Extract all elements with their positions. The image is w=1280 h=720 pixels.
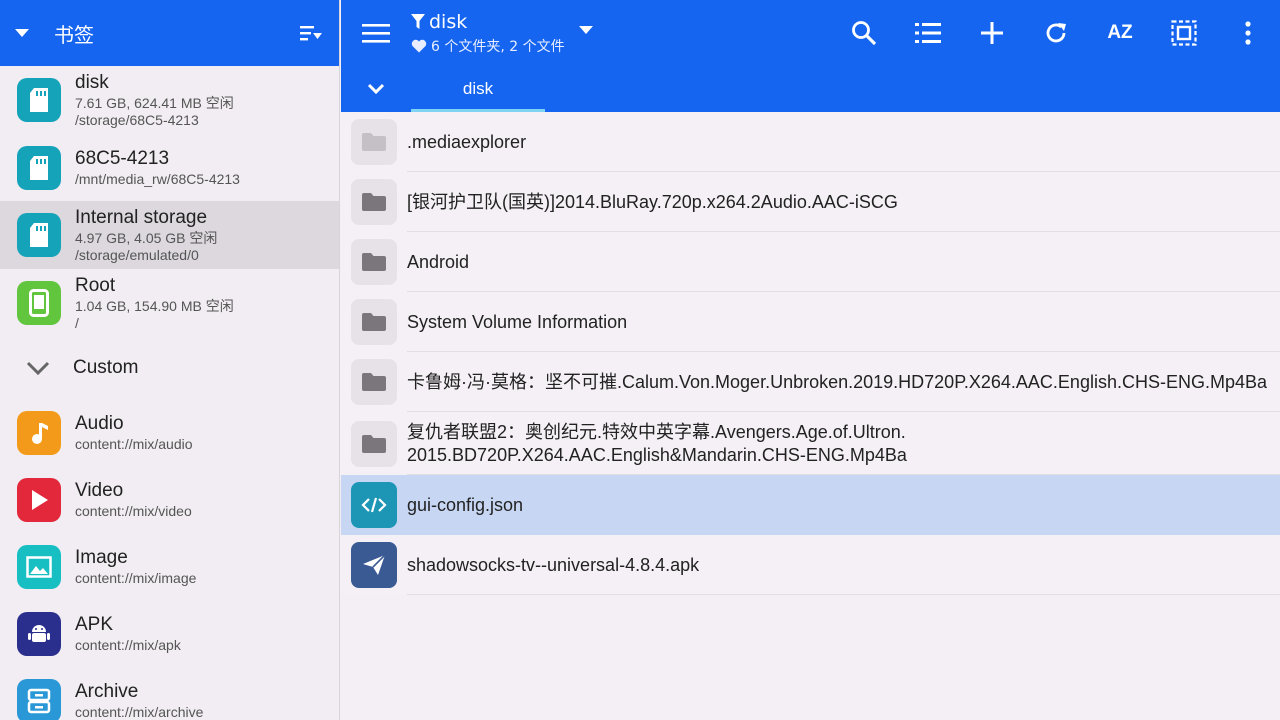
sd-card-icon bbox=[17, 145, 61, 190]
add-icon[interactable] bbox=[960, 0, 1024, 66]
list-view-icon[interactable] bbox=[896, 0, 960, 66]
sidebar-item-label: Root bbox=[75, 275, 116, 296]
folder-icon bbox=[351, 299, 397, 345]
sidebar-item-disk[interactable]: disk 7.61 GB, 624.41 MB 空闲 /storage/68C5… bbox=[0, 66, 339, 134]
sidebar-item-label: Image bbox=[75, 547, 128, 568]
file-row[interactable]: System Volume Information bbox=[341, 292, 1280, 352]
image-icon bbox=[17, 544, 61, 589]
sidebar-item-internal-storage[interactable]: Internal storage 4.97 GB, 4.05 GB 空闲 /st… bbox=[0, 201, 339, 269]
drawer-title: 书签 bbox=[54, 22, 94, 47]
file-row[interactable]: Android bbox=[341, 232, 1280, 292]
file-name: System Volume Information bbox=[407, 311, 628, 332]
select-all-icon[interactable] bbox=[1152, 0, 1216, 66]
chevron-down-icon bbox=[26, 361, 50, 375]
sidebar-item-label: disk bbox=[75, 72, 109, 93]
music-note-icon bbox=[17, 410, 61, 455]
sidebar-item-apk[interactable]: APK content://mix/apk bbox=[0, 600, 339, 667]
sidebar-item-root[interactable]: Root 1.04 GB, 154.90 MB 空闲 / bbox=[0, 269, 339, 337]
tab-bar: disk bbox=[341, 66, 1280, 112]
file-row[interactable]: 卡鲁姆·冯·莫格：坚不可摧.Calum.Von.Moger.Unbroken.2… bbox=[341, 352, 1280, 412]
sidebar-item-label: Archive bbox=[75, 681, 139, 702]
drawer-header: 书签 bbox=[0, 0, 339, 66]
chevron-down-icon[interactable] bbox=[341, 66, 411, 112]
media-path: content://mix/apk bbox=[75, 637, 181, 653]
file-browser: disk 6 个文件夹, 2 个文件 AZ disk .mediaexplore… bbox=[341, 0, 1280, 720]
file-name: shadowsocks-tv--universal-4.8.4.apk bbox=[407, 554, 700, 575]
menu-icon[interactable] bbox=[341, 23, 411, 43]
sidebar-item-label: 68C5-4213 bbox=[75, 148, 170, 169]
storage-size: 7.61 GB, 624.41 MB 空闲 bbox=[75, 95, 234, 111]
file-name: Android bbox=[407, 251, 470, 272]
file-row[interactable]: .mediaexplorer bbox=[341, 112, 1280, 172]
file-row[interactable]: 复仇者联盟2：奥创纪元.特效中英字幕.Avengers.Age.of.Ultro… bbox=[341, 412, 1280, 475]
filter-icon bbox=[411, 13, 425, 29]
page-title: disk bbox=[429, 10, 468, 33]
file-name-line-1: 复仇者联盟2：奥创纪元.特效中英字幕.Avengers.Age.of.Ultro… bbox=[407, 422, 906, 442]
sidebar-item-audio[interactable]: Audio content://mix/audio bbox=[0, 399, 339, 466]
storage-size: 4.97 GB, 4.05 GB 空闲 bbox=[75, 230, 218, 246]
sidebar-item-label: APK bbox=[75, 614, 114, 635]
file-name: [银河护卫队(国英)]2014.BluRay.720p.x264.2Audio.… bbox=[407, 191, 898, 212]
custom-section-toggle[interactable]: Custom bbox=[0, 337, 339, 399]
sort-list-icon[interactable] bbox=[283, 25, 339, 41]
folder-icon bbox=[351, 119, 397, 165]
collapse-caret-icon[interactable] bbox=[0, 28, 44, 38]
folder-icon bbox=[351, 239, 397, 285]
file-name: gui-config.json bbox=[407, 494, 524, 515]
storage-path: / bbox=[75, 315, 79, 331]
toolbar: disk 6 个文件夹, 2 个文件 AZ bbox=[341, 0, 1280, 66]
more-options-icon[interactable] bbox=[1216, 0, 1280, 66]
file-name-line-2: 2015.BD720P.X264.AAC.English&Mandarin.CH… bbox=[407, 444, 907, 465]
search-icon[interactable] bbox=[832, 0, 896, 66]
play-icon bbox=[17, 477, 61, 522]
sd-card-icon bbox=[17, 213, 61, 257]
folder-icon bbox=[351, 359, 397, 405]
file-row-selected[interactable]: gui-config.json bbox=[341, 475, 1280, 535]
app-root: 书签 disk 7.61 GB, 624.41 MB 空闲 /storage/6… bbox=[0, 0, 1280, 720]
paper-plane-icon bbox=[351, 542, 397, 588]
sort-az-button[interactable]: AZ bbox=[1088, 0, 1152, 66]
sidebar-item-image[interactable]: Image content://mix/image bbox=[0, 533, 339, 600]
folder-icon bbox=[351, 420, 397, 467]
sidebar-item-68c5-4213[interactable]: 68C5-4213 /mnt/media_rw/68C5-4213 bbox=[0, 134, 339, 201]
file-row[interactable]: shadowsocks-tv--universal-4.8.4.apk bbox=[341, 535, 1280, 595]
folder-file-count: 6 个文件夹, 2 个文件 bbox=[431, 38, 565, 55]
storage-path: /storage/emulated/0 bbox=[75, 247, 199, 263]
storage-path: /mnt/media_rw/68C5-4213 bbox=[75, 171, 240, 187]
media-path: content://mix/video bbox=[75, 503, 192, 519]
archive-icon bbox=[17, 678, 61, 720]
storage-path: /storage/68C5-4213 bbox=[75, 112, 199, 128]
tab-disk[interactable]: disk bbox=[411, 66, 545, 112]
media-path: content://mix/archive bbox=[75, 704, 204, 720]
location-title[interactable]: disk 6 个文件夹, 2 个文件 bbox=[411, 11, 565, 56]
custom-label: Custom bbox=[73, 357, 139, 378]
sidebar-item-archive[interactable]: Archive content://mix/archive bbox=[0, 667, 339, 720]
sidebar-item-video[interactable]: Video content://mix/video bbox=[0, 466, 339, 533]
sidebar-item-label: Video bbox=[75, 480, 124, 501]
file-row[interactable]: [银河护卫队(国英)]2014.BluRay.720p.x264.2Audio.… bbox=[341, 172, 1280, 232]
toolbar-actions: AZ bbox=[832, 0, 1280, 66]
bookmarks-drawer: 书签 disk 7.61 GB, 624.41 MB 空闲 /storage/6… bbox=[0, 0, 340, 720]
phone-icon bbox=[17, 281, 61, 325]
file-name: .mediaexplorer bbox=[407, 131, 527, 152]
folder-icon bbox=[351, 179, 397, 225]
storage-size: 1.04 GB, 154.90 MB 空闲 bbox=[75, 298, 234, 314]
dropdown-arrow-icon[interactable] bbox=[578, 19, 593, 38]
sd-card-icon bbox=[17, 78, 61, 122]
media-path: content://mix/image bbox=[75, 570, 197, 586]
refresh-icon[interactable] bbox=[1024, 0, 1088, 66]
file-list: .mediaexplorer [银河护卫队(国英)]2014.BluRay.72… bbox=[341, 112, 1280, 595]
android-icon bbox=[17, 611, 61, 656]
file-name: 复仇者联盟2：奥创纪元.特效中英字幕.Avengers.Age.of.Ultro… bbox=[407, 421, 907, 466]
sidebar-item-label: Internal storage bbox=[75, 207, 208, 228]
heart-icon bbox=[411, 39, 427, 52]
code-file-icon bbox=[351, 482, 397, 528]
file-name: 卡鲁姆·冯·莫格：坚不可摧.Calum.Von.Moger.Unbroken.2… bbox=[407, 371, 1267, 392]
media-path: content://mix/audio bbox=[75, 436, 193, 452]
sidebar-item-label: Audio bbox=[75, 413, 124, 434]
